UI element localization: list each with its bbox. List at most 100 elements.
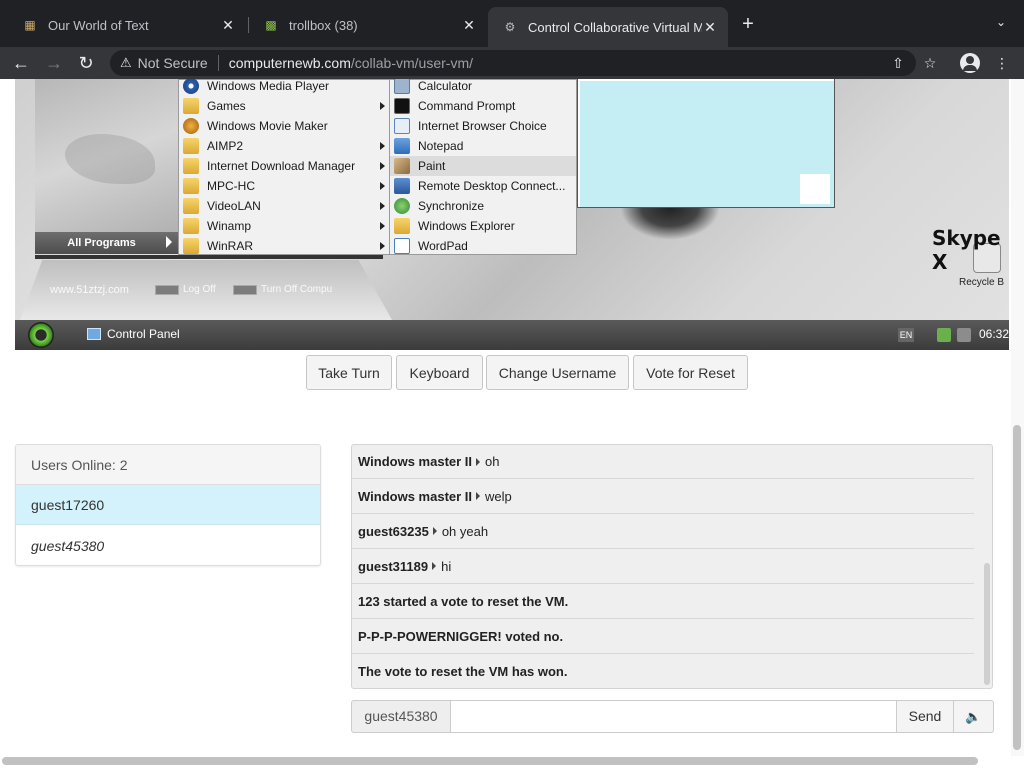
profile-avatar-icon[interactable] [960,53,980,73]
menu-item-winamp[interactable]: Winamp [179,216,389,236]
menu-item-remote-desktop[interactable]: Remote Desktop Connect... [390,176,576,196]
chat-username: guest63235 [358,523,429,539]
menu-item-label: WordPad [418,239,468,253]
all-programs-button[interactable]: All Programs [35,232,180,254]
menu-item-label: Internet Browser Choice [418,119,547,133]
tab-trollbox[interactable]: ▩ trollbox (38) ✕ [249,8,487,42]
folder-icon [183,138,199,154]
close-tab-icon[interactable]: ✕ [220,17,236,33]
menu-item-label: Command Prompt [418,99,516,113]
chat-system-message: 123 started a vote to reset the VM. [352,584,974,619]
world-favicon-icon: ▦ [24,18,36,32]
menu-item-synchronize[interactable]: Synchronize [390,196,576,216]
close-tab-icon[interactable]: ✕ [702,19,718,35]
menu-item-internet-download-manager[interactable]: Internet Download Manager [179,156,389,176]
chat-scrollbar[interactable] [984,563,990,685]
menu-item-notepad[interactable]: Notepad [390,136,576,156]
menu-item-wordpad[interactable]: WordPad [390,236,576,256]
address-bar[interactable]: ⚠ Not Secure computernewb.com/collab-vm/… [110,50,916,76]
more-menu-icon[interactable]: ⋮ [991,52,1013,74]
chat-panel[interactable]: Windows master II oh Windows master II wel… [351,444,993,689]
menu-item-label: Calculator [418,79,473,93]
warning-icon[interactable]: ⚠ [120,55,132,71]
folder-icon [183,98,199,114]
tab-title: trollbox (38) [289,17,358,33]
taskbar-item-label: Control Panel [107,327,180,341]
turn-off-label: Turn Off Compu [261,284,333,295]
vm-screen[interactable]: All Programs www.51ztzj.com Log Off Turn… [15,79,1009,350]
user-list-item[interactable]: guest17260 [16,485,320,525]
menu-item-command-prompt[interactable]: Command Prompt [390,96,576,116]
reload-icon[interactable]: ↻ [74,51,98,75]
start-menu-left-pane [35,79,180,254]
log-off-icon [155,284,179,295]
wallpaper-art [620,208,720,240]
menu-item-aimp2[interactable]: AIMP2 [179,136,389,156]
user-list-item[interactable]: guest45380 [16,526,320,565]
forward-icon[interactable]: → [42,51,66,75]
menu-item-winrar[interactable]: WinRAR [179,236,389,256]
log-off-button[interactable]: Log Off [155,284,216,295]
menu-item-label: Paint [418,159,446,173]
tab-our-world-of-text[interactable]: ▦ Our World of Text ✕ [8,8,246,42]
menu-item-label: MPC-HC [207,179,255,193]
menu-item-windows-explorer[interactable]: Windows Explorer [390,216,576,236]
tab-strip: ▦ Our World of Text ✕ ▩ trollbox (38) ✕ … [0,0,1024,47]
tab-collabvm[interactable]: ⚙ Control Collaborative Virtual M ✕ [488,7,728,47]
menu-item-windows-media-player[interactable]: Windows Media Player [179,79,389,96]
vm-clock: 06:32 [979,327,1009,341]
power-icon [233,284,257,295]
collabvm-favicon-icon: ⚙ [504,20,516,34]
chat-input[interactable] [450,700,897,733]
folder-icon [183,178,199,194]
bookmark-star-icon[interactable]: ☆ [919,52,941,74]
menu-item-windows-movie-maker[interactable]: Windows Movie Maker [179,116,389,136]
media-player-icon [183,79,199,94]
chat-system-message: The vote to reset the VM has won. [352,654,974,688]
chat-input-group: guest45380 Send 🔈 [351,700,994,733]
close-tab-icon[interactable]: ✕ [461,17,477,33]
vm-open-window[interactable] [577,79,835,208]
menu-item-label: Internet Download Manager [207,159,356,173]
theme-watermark: www.51ztzj.com [50,284,129,296]
take-turn-button[interactable]: Take Turn [306,355,392,390]
chat-message: guest31189 hi [352,549,974,584]
menu-item-videolan[interactable]: VideoLAN [179,196,389,216]
menu-item-games[interactable]: Games [179,96,389,116]
menu-item-label: AIMP2 [207,139,244,153]
taskbar-control-panel[interactable]: Control Panel [87,327,180,341]
back-icon[interactable]: ← [9,51,33,75]
change-username-button[interactable]: Change Username [486,355,629,390]
remote-desktop-icon [394,178,410,194]
submenu-arrow-icon [380,222,385,230]
network-tray-icon[interactable] [937,328,951,342]
share-icon[interactable]: ⇧ [887,52,909,74]
submenu-arrow-icon [380,102,385,110]
menu-item-calculator[interactable]: Calculator [390,79,576,96]
paint-icon [394,158,410,174]
recycle-bin-label[interactable]: Recycle B [959,277,1004,288]
language-indicator[interactable]: EN [898,328,914,342]
chat-text: oh yeah [441,523,489,539]
menu-item-label: Notepad [418,139,464,153]
volume-tray-icon[interactable] [957,328,971,342]
menu-item-internet-browser-choice[interactable]: Internet Browser Choice [390,116,576,136]
start-orb-icon[interactable] [28,322,54,348]
submenu-arrow-icon [380,142,385,150]
menu-item-paint[interactable]: Paint [390,156,576,176]
security-label[interactable]: Not Secure [138,55,208,71]
trollbox-favicon-icon: ▩ [265,18,277,32]
sound-toggle-button[interactable]: 🔈 [953,700,994,733]
menu-item-label: WinRAR [207,239,254,253]
page-horizontal-scrollbar[interactable] [2,757,978,765]
chevron-down-icon[interactable]: ⌄ [990,15,1012,35]
send-button[interactable]: Send [896,700,954,733]
menu-item-mpc-hc[interactable]: MPC-HC [179,176,389,196]
turn-off-button[interactable]: Turn Off Compu [233,284,332,295]
new-tab-icon[interactable]: + [736,13,760,37]
caret-right-icon [432,562,437,570]
vote-reset-button[interactable]: Vote for Reset [633,355,748,390]
page-vertical-scrollbar[interactable] [1013,425,1021,750]
keyboard-button[interactable]: Keyboard [396,355,483,390]
chat-username-label: guest45380 [351,700,451,733]
